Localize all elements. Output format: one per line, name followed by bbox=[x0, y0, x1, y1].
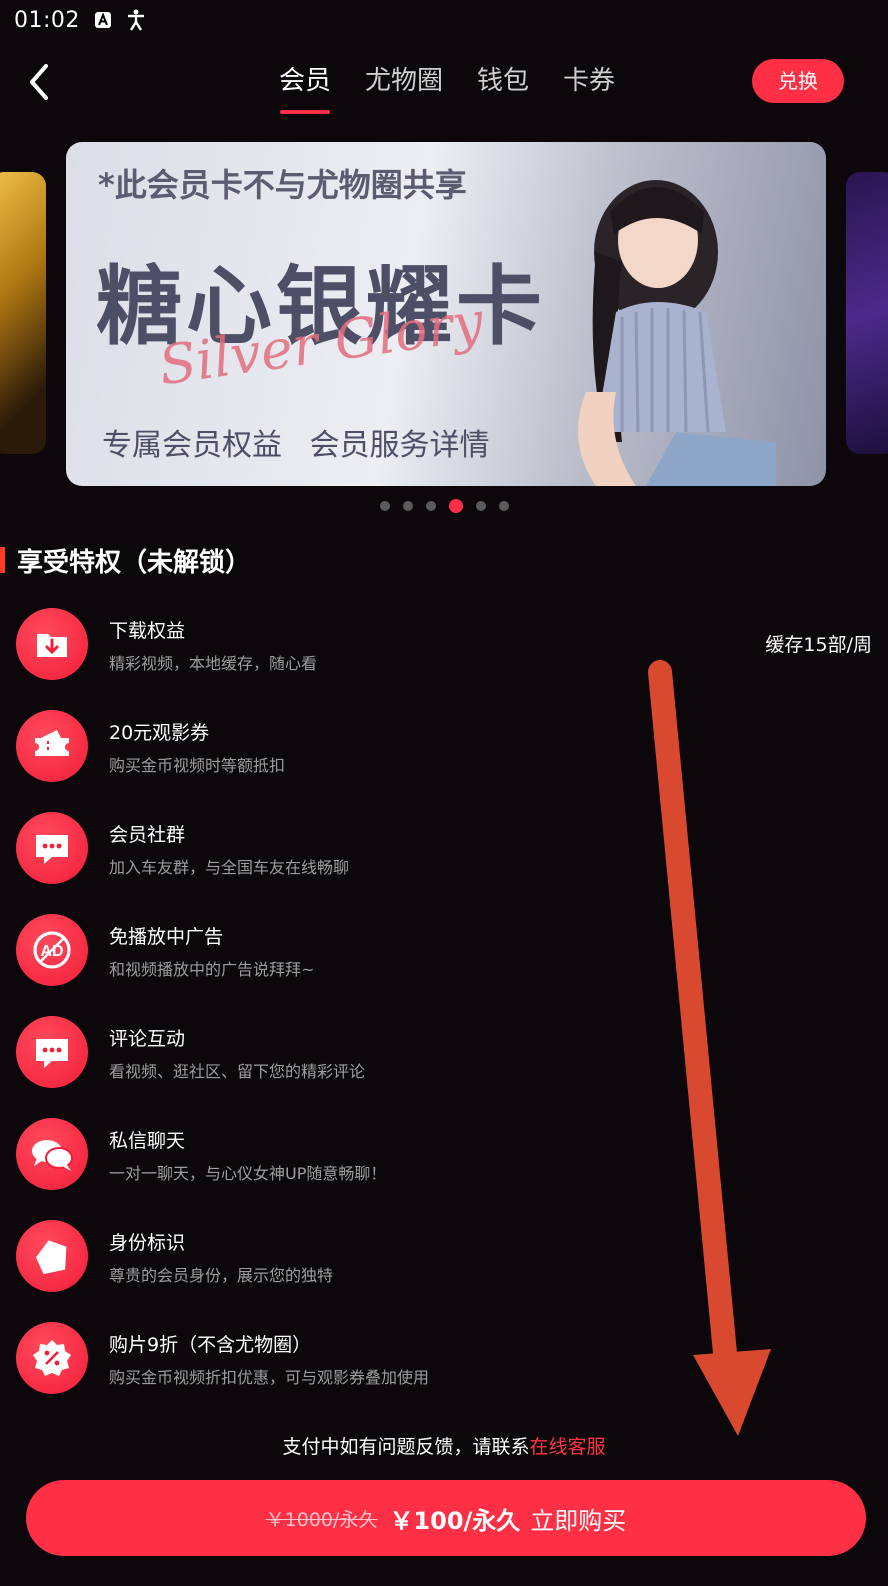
buy-now-button[interactable]: ￥1000/永久 ￥100/永久 立即购买 bbox=[26, 1480, 866, 1556]
download-folder-icon bbox=[16, 608, 88, 680]
original-price: ￥1000/永久 bbox=[265, 1508, 378, 1531]
privilege-list: 下载权益 精彩视频，本地缓存，随心看 缓存15部/周 20元观影券 购买金币视频… bbox=[16, 604, 872, 1420]
ticket-icon bbox=[16, 710, 88, 782]
buy-now-label: 立即购买 bbox=[530, 1506, 627, 1535]
list-item: 身份标识 尊贵的会员身份，展示您的独特 bbox=[16, 1216, 872, 1318]
perk-description: 加入车友群，与全国车友在线畅聊 bbox=[109, 858, 350, 877]
no-ads-icon: AD bbox=[16, 914, 88, 986]
section-accent-bar bbox=[0, 547, 5, 573]
carousel-prev-card[interactable] bbox=[0, 172, 46, 454]
exclusive-benefits-link[interactable]: 专属会员权益 bbox=[102, 428, 282, 463]
perk-name: 20元观影券 bbox=[109, 722, 210, 744]
list-item: 评论互动 看视频、逛社区、留下您的精彩评论 bbox=[16, 1012, 872, 1114]
perk-description: 精彩视频，本地缓存，随心看 bbox=[109, 654, 318, 673]
identity-badge-icon bbox=[16, 1220, 88, 1292]
model-figure-image bbox=[578, 180, 776, 486]
private-message-icon bbox=[16, 1118, 88, 1190]
perk-name: 免播放中广告 bbox=[109, 926, 224, 948]
service-details-link[interactable]: 会员服务详情 bbox=[310, 428, 490, 463]
comment-icon bbox=[16, 1016, 88, 1088]
list-item: 会员社群 加入车友群，与全国车友在线畅聊 bbox=[16, 808, 872, 910]
carousel-dot-active[interactable] bbox=[448, 499, 463, 513]
membership-carousel[interactable]: *此会员卡不与尤物圈共享 糖心银耀卡 Silver Glory 专属会员权益 会… bbox=[0, 140, 888, 490]
tab-wallet[interactable]: 钱包 bbox=[460, 44, 546, 122]
top-nav: 会员 尤物圈 钱包 卡券 兑换 bbox=[0, 44, 888, 122]
banner-notice: *此会员卡不与尤物圈共享 bbox=[98, 166, 467, 204]
carousel-dot[interactable] bbox=[402, 501, 413, 511]
carousel-dot[interactable] bbox=[475, 501, 486, 511]
redeem-button[interactable]: 兑换 bbox=[752, 59, 844, 103]
status-time: 01:02 bbox=[14, 7, 80, 33]
carousel-indicator bbox=[0, 494, 888, 518]
carousel-dot[interactable] bbox=[425, 501, 436, 511]
status-bar: 01:02 bbox=[0, 0, 888, 40]
support-text: 支付中如有问题反馈，请联系 bbox=[282, 1436, 530, 1458]
perk-name: 下载权益 bbox=[109, 620, 186, 642]
perk-description: 一对一聊天，与心仪女神UP随意畅聊！ bbox=[109, 1164, 387, 1183]
current-price: ￥100/永久 bbox=[389, 1506, 521, 1535]
banner-links: 专属会员权益 会员服务详情 bbox=[102, 420, 508, 464]
perk-name: 身份标识 bbox=[109, 1232, 186, 1254]
a-icon bbox=[94, 11, 112, 29]
perk-name: 会员社群 bbox=[109, 824, 186, 846]
tab-youwu-circle[interactable]: 尤物圈 bbox=[348, 44, 460, 122]
carousel-dot[interactable] bbox=[379, 501, 390, 511]
perk-name: 购片9折（不含尤物圈） bbox=[109, 1334, 312, 1356]
list-item: AD 免播放中广告 和视频播放中的广告说拜拜~ bbox=[16, 910, 872, 1012]
tab-bar: 会员 尤物圈 钱包 卡券 bbox=[262, 44, 632, 122]
chat-bubble-icon bbox=[16, 812, 88, 884]
list-item: 购片9折（不含尤物圈） 购买金币视频折扣优惠，可与观影券叠加使用 bbox=[16, 1318, 872, 1420]
accessibility-icon bbox=[126, 9, 146, 31]
perk-name: 私信聊天 bbox=[109, 1130, 186, 1152]
discount-icon bbox=[16, 1322, 88, 1394]
list-item: 私信聊天 一对一聊天，与心仪女神UP随意畅聊！ bbox=[16, 1114, 872, 1216]
tab-coupons[interactable]: 卡券 bbox=[546, 44, 632, 122]
list-item: 20元观影券 购买金币视频时等额抵扣 bbox=[16, 706, 872, 808]
carousel-dot[interactable] bbox=[498, 501, 509, 511]
chevron-left-icon bbox=[30, 64, 48, 100]
perk-name: 评论互动 bbox=[109, 1028, 186, 1050]
back-button[interactable] bbox=[20, 60, 60, 104]
support-note: 支付中如有问题反馈，请联系在线客服 bbox=[0, 1432, 888, 1459]
perk-description: 购买金币视频时等额抵扣 bbox=[109, 756, 286, 775]
perk-description: 尊贵的会员身份，展示您的独特 bbox=[109, 1266, 334, 1285]
perk-description: 看视频、逛社区、留下您的精彩评论 bbox=[109, 1062, 366, 1081]
list-item: 下载权益 精彩视频，本地缓存，随心看 缓存15部/周 bbox=[16, 604, 872, 706]
privileges-heading: 享受特权（未解锁） bbox=[0, 540, 251, 580]
online-support-link[interactable]: 在线客服 bbox=[530, 1436, 606, 1458]
carousel-next-card[interactable] bbox=[846, 172, 888, 454]
tab-membership[interactable]: 会员 bbox=[262, 44, 348, 122]
perk-description: 购买金币视频折扣优惠，可与观影券叠加使用 bbox=[109, 1368, 430, 1387]
section-title: 享受特权（未解锁） bbox=[17, 547, 252, 578]
perk-quota: 缓存15部/周 bbox=[765, 634, 872, 656]
membership-banner[interactable]: *此会员卡不与尤物圈共享 糖心银耀卡 Silver Glory 专属会员权益 会… bbox=[66, 142, 826, 486]
perk-description: 和视频播放中的广告说拜拜~ bbox=[109, 960, 315, 979]
